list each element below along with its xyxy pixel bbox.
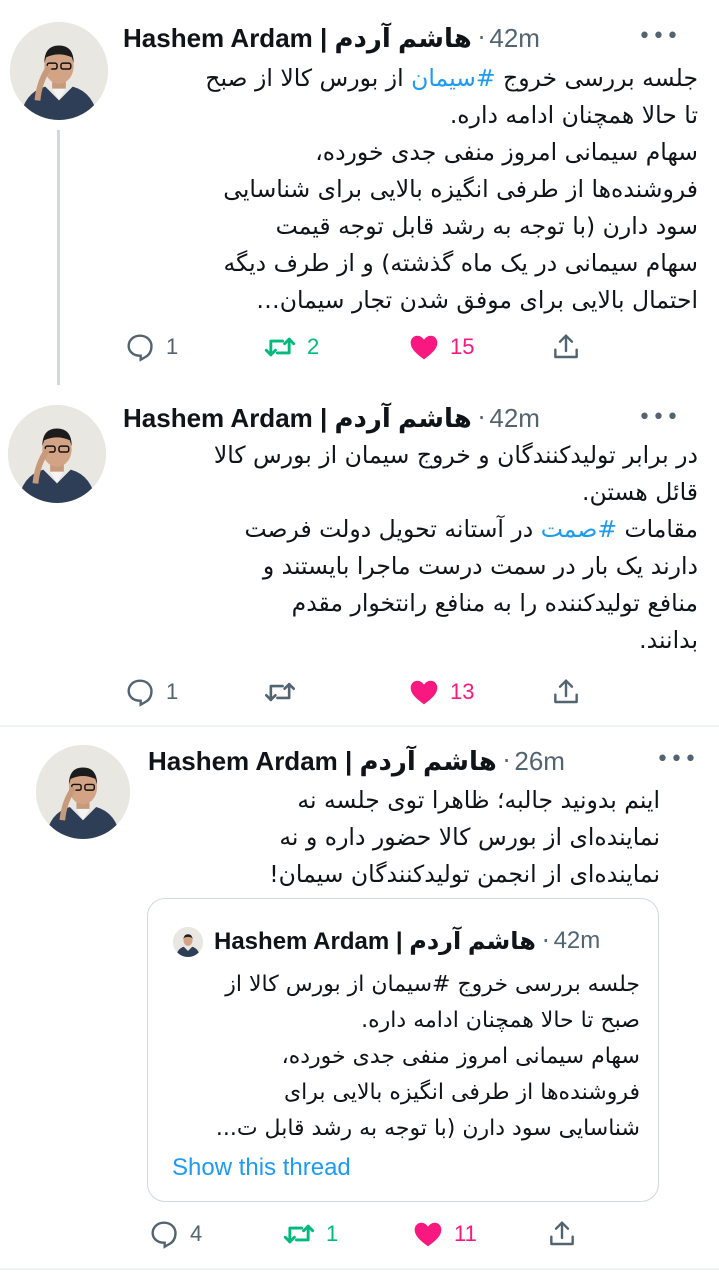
like-count: 11 bbox=[454, 1221, 477, 1246]
reply-button[interactable]: 4 bbox=[148, 1214, 202, 1254]
reply-count: 1 bbox=[166, 334, 179, 359]
share-button[interactable] bbox=[546, 1214, 578, 1254]
share-button[interactable] bbox=[550, 327, 582, 367]
share-icon bbox=[554, 679, 578, 704]
retweet-button[interactable] bbox=[263, 672, 307, 712]
quoted-tweet-line: جلسه بررسی خروج #سیمان از بورس کالا از bbox=[225, 972, 640, 997]
author-name[interactable]: Hashem Ardam | هاشم آردم bbox=[123, 403, 472, 434]
quoted-author-name: Hashem Ardam | هاشم آردم bbox=[214, 927, 536, 955]
profile-photo bbox=[173, 927, 203, 957]
timestamp[interactable]: 42m bbox=[489, 23, 540, 54]
timestamp[interactable]: 26m bbox=[514, 746, 565, 777]
tweet-line: مقامات #صمت در آستانه تحویل دولت فرصت bbox=[244, 515, 698, 543]
like-count: 15 bbox=[450, 334, 475, 359]
tweet-line: فروشنده‌ها از طرفی انگیزه بالایی برای شن… bbox=[223, 175, 698, 203]
quoted-tweet-card[interactable]: Hashem Ardam | هاشم آردم · 42m جلسه بررس… bbox=[147, 898, 659, 1202]
quoted-tweet-line: شناسایی سود دارن (با توجه به رشد قابل ت.… bbox=[215, 1116, 640, 1141]
retweet-count: 1 bbox=[326, 1221, 339, 1246]
hashtag-link[interactable]: #صمت bbox=[541, 515, 617, 543]
reply-icon bbox=[151, 1221, 177, 1249]
tweet-line: در برابر تولیدکنندگان و خروج سیمان از بو… bbox=[213, 441, 698, 469]
tweet-line: دارند یک بار در سمت درست ماجرا بایستند و bbox=[262, 552, 698, 580]
more-options-icon[interactable]: ••• bbox=[656, 747, 698, 772]
reply-button[interactable]: 1 bbox=[124, 672, 178, 712]
quoted-author-avatar bbox=[173, 927, 203, 957]
retweet-icon bbox=[283, 1224, 315, 1244]
profile-photo bbox=[10, 22, 108, 120]
retweet-button[interactable]: 1 bbox=[282, 1214, 338, 1254]
quoted-tweet-line: صبح تا حالا همچنان ادامه داره. bbox=[361, 1008, 640, 1033]
like-button[interactable]: 15 bbox=[408, 327, 474, 367]
retweet-icon bbox=[264, 682, 296, 702]
thread-line bbox=[57, 130, 60, 385]
tweet-line: نماینده‌ای از انجمن تولیدکنندگان سیمان! bbox=[269, 860, 660, 888]
bottom-divider bbox=[0, 1268, 719, 1270]
separator-dot: · bbox=[477, 24, 486, 52]
share-button[interactable] bbox=[550, 672, 582, 712]
quoted-tweet-header: Hashem Ardam | هاشم آردم · 42m bbox=[214, 925, 600, 957]
like-button[interactable]: 11 bbox=[412, 1214, 477, 1254]
tweet-2[interactable]: Hashem Ardam | هاشم آردم · 42m ••• در بر… bbox=[0, 385, 719, 725]
profile-photo bbox=[36, 745, 130, 839]
quoted-tweet-line: سهام سیمانی امروز منفی جدی خورده، bbox=[281, 1044, 640, 1069]
tweet-line: سهام سیمانی امروز منفی جدی خورده، bbox=[315, 138, 698, 166]
tweet-line: منافع تولیدکننده را به منافع رانتخوار مق… bbox=[291, 589, 698, 617]
tweet-line: سهام سیمانی در یک ماه گذشته) و از طرف دی… bbox=[223, 249, 698, 277]
retweet-button[interactable]: 2 bbox=[263, 327, 319, 367]
reply-count: 1 bbox=[166, 679, 179, 704]
author-avatar[interactable] bbox=[36, 745, 130, 839]
separator-dot: · bbox=[541, 927, 550, 955]
reply-count: 4 bbox=[190, 1221, 203, 1246]
timestamp[interactable]: 42m bbox=[489, 403, 540, 434]
tweet-header: Hashem Ardam | هاشم آردم · 42m bbox=[123, 22, 540, 54]
heart-icon bbox=[414, 1222, 442, 1247]
author-avatar[interactable] bbox=[10, 22, 108, 120]
tweet-line: تا حالا همچنان ادامه داره. bbox=[449, 101, 698, 129]
heart-icon bbox=[410, 680, 438, 705]
tweet-line: اینم بدونید جالبه؛ ظاهرا توی جلسه نه bbox=[297, 786, 660, 814]
tweet-text: اینم بدونید جالبه؛ ظاهرا توی جلسه نه نما… bbox=[140, 782, 660, 893]
heart-icon bbox=[410, 335, 438, 360]
separator-dot: · bbox=[502, 747, 511, 775]
hashtag-link[interactable]: #سیمان bbox=[411, 64, 495, 92]
tweet-line: قائل هستن. bbox=[581, 478, 698, 506]
separator-dot: · bbox=[477, 404, 486, 432]
tweet-line: احتمال بالایی برای موفق شدن تجار سیمان… bbox=[256, 286, 698, 314]
quoted-tweet-text: جلسه بررسی خروج #سیمان از بورس کالا از ص… bbox=[170, 967, 640, 1147]
share-icon bbox=[550, 1221, 574, 1246]
profile-photo bbox=[8, 405, 106, 503]
reply-button[interactable]: 1 bbox=[124, 327, 178, 367]
quoted-timestamp: 42m bbox=[553, 927, 601, 954]
tweet-header: Hashem Ardam | هاشم آردم · 42m bbox=[123, 402, 540, 434]
author-name[interactable]: Hashem Ardam | هاشم آردم bbox=[123, 23, 472, 54]
reply-icon bbox=[127, 334, 153, 362]
quoted-tweet-line: فروشنده‌ها از طرفی انگیزه بالایی برای bbox=[283, 1080, 640, 1105]
author-name[interactable]: Hashem Ardam | هاشم آردم bbox=[148, 746, 497, 777]
more-options-icon[interactable]: ••• bbox=[638, 24, 680, 49]
author-avatar[interactable] bbox=[8, 405, 106, 503]
tweet-header: Hashem Ardam | هاشم آردم · 26m bbox=[148, 745, 565, 777]
retweet-count: 2 bbox=[307, 334, 320, 359]
like-button[interactable]: 13 bbox=[408, 672, 474, 712]
reply-icon bbox=[127, 679, 153, 707]
tweet-1[interactable]: Hashem Ardam | هاشم آردم · 42m ••• جلسه … bbox=[0, 0, 719, 385]
more-options-icon[interactable]: ••• bbox=[638, 405, 680, 430]
retweet-icon bbox=[264, 337, 296, 357]
tweet-line: جلسه بررسی خروج #سیمان از بورس کالا از ص… bbox=[205, 64, 698, 92]
like-count: 13 bbox=[450, 679, 475, 704]
tweet-line: بدانند. bbox=[639, 626, 698, 654]
tweet-line: سود دارن (با توجه به رشد قابل توجه قیمت bbox=[275, 212, 698, 240]
show-thread-link[interactable]: Show this thread bbox=[172, 1154, 351, 1182]
tweet-line: نماینده‌ای از بورس کالا حضور داره و نه bbox=[279, 823, 660, 851]
tweet-text: جلسه بررسی خروج #سیمان از بورس کالا از ص… bbox=[110, 60, 698, 319]
share-icon bbox=[554, 334, 578, 359]
tweet-text: در برابر تولیدکنندگان و خروج سیمان از بو… bbox=[110, 437, 698, 659]
